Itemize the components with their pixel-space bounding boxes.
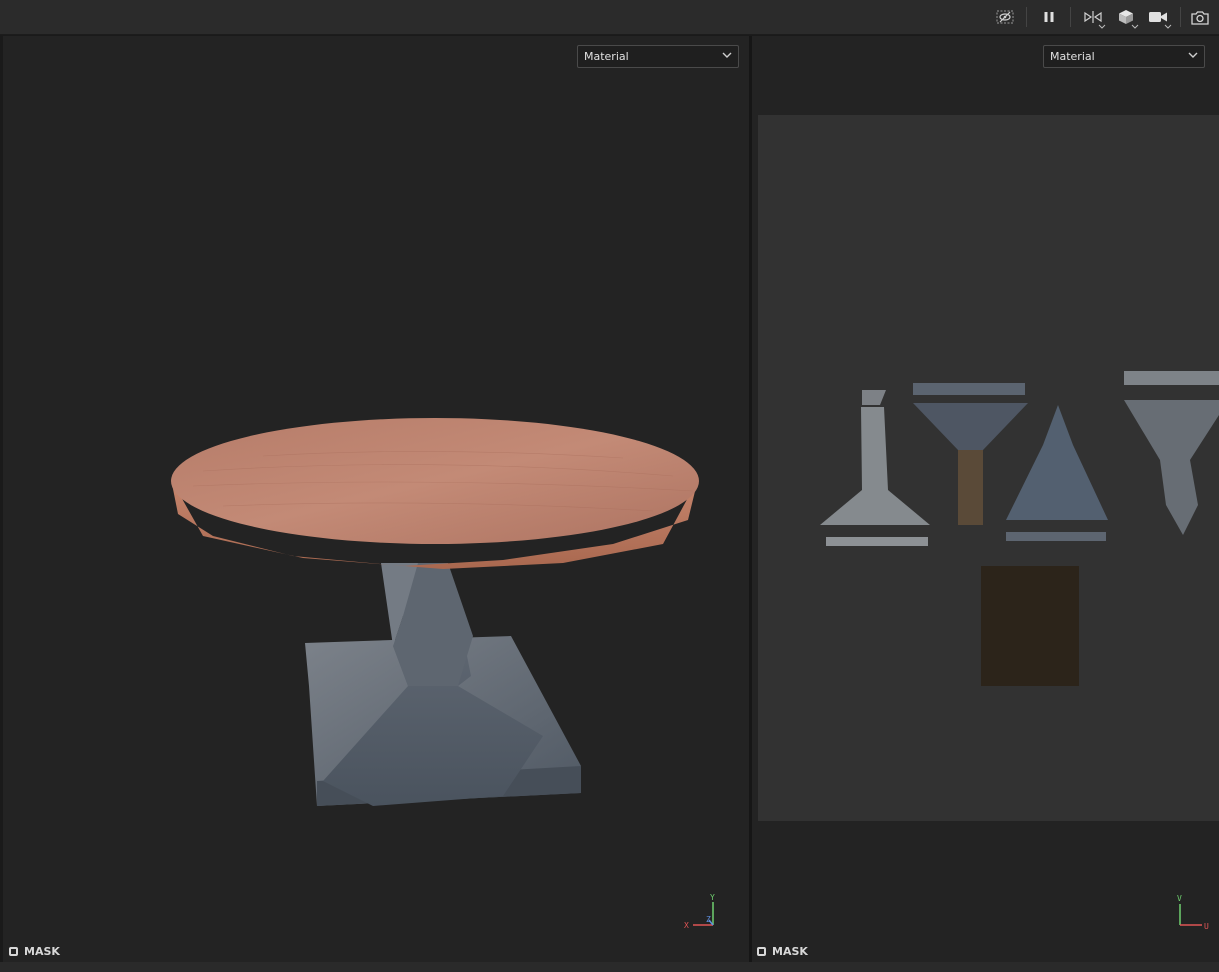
mask-checkbox-icon (9, 947, 18, 956)
mask-label: MASK (772, 945, 808, 958)
axis-gizmo: Y X Z (684, 893, 715, 930)
mask-checkbox-icon (757, 947, 766, 956)
toolbar-separator (1180, 7, 1181, 27)
axis-v-label: V (1177, 894, 1182, 903)
status-strip (0, 962, 1219, 972)
chevron-down-icon (1164, 24, 1172, 29)
viewport-toolbar (0, 0, 1219, 35)
toolbar-separator (1026, 7, 1027, 27)
dropdown-value: Material (1050, 50, 1095, 63)
axis-y-label: Y (710, 893, 715, 902)
channel-dropdown-2d[interactable]: Material (1043, 45, 1205, 68)
split-view-icon[interactable] (1082, 6, 1106, 29)
chevron-down-icon (1098, 24, 1106, 29)
uv-island (1006, 405, 1108, 541)
hide-icon[interactable] (995, 6, 1015, 28)
uv-island (820, 390, 930, 546)
pause-icon[interactable] (1039, 6, 1059, 28)
viewport-3d[interactable]: Material Y X Z MASK (3, 36, 749, 962)
uv-texture-canvas[interactable] (758, 115, 1219, 821)
axis-u-label: U (1204, 922, 1209, 931)
camera-icon[interactable] (1146, 6, 1172, 29)
table-model (171, 418, 699, 806)
uv-islands (820, 371, 1219, 686)
axis-x-label: X (684, 921, 689, 930)
chevron-down-icon (1188, 52, 1198, 58)
uv-island (913, 383, 1028, 525)
mask-label: MASK (24, 945, 60, 958)
mask-toggle-3d[interactable]: MASK (9, 945, 60, 958)
table-top (171, 418, 699, 544)
axis-z-label: Z (706, 915, 711, 924)
chevron-down-icon (1131, 24, 1139, 29)
viewport-2d[interactable]: Material V U MASK (752, 36, 1219, 962)
toolbar-separator (1070, 7, 1071, 27)
screenshot-icon[interactable] (1189, 6, 1211, 28)
mask-toggle-2d[interactable]: MASK (757, 945, 808, 958)
cube-icon[interactable] (1115, 6, 1139, 29)
uv-axis-gizmo: V U (1177, 894, 1209, 931)
uv-island (1124, 371, 1219, 535)
uv-island-dark (981, 566, 1079, 686)
